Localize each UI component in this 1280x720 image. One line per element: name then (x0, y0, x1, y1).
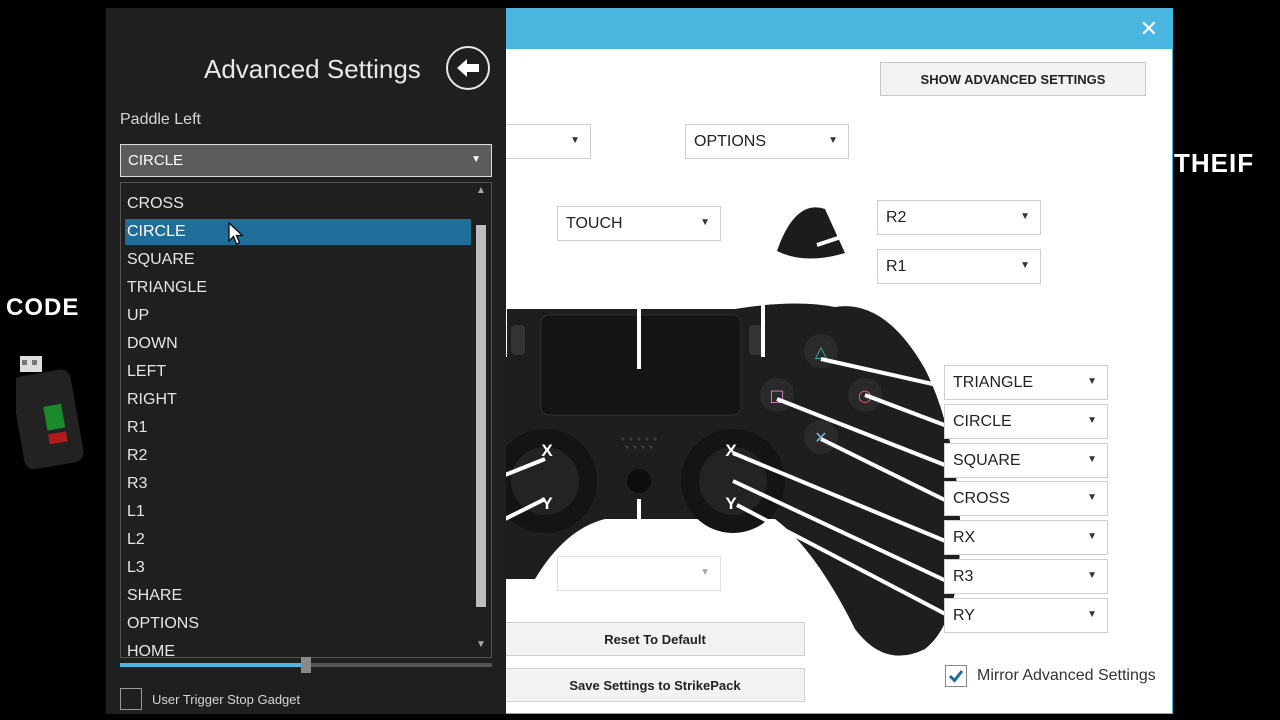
background-text-right: THEIF (1174, 148, 1255, 178)
advanced-settings-panel: Advanced Settings Paddle Left CIRCLE ▼ ▲… (106, 8, 506, 714)
ry-mapping-dropdown[interactable]: RY ▼ (944, 598, 1108, 633)
cross-mapping-dropdown[interactable]: CROSS ▼ (944, 481, 1108, 516)
option-item[interactable]: CROSS (125, 191, 471, 217)
option-item[interactable]: SQUARE (125, 247, 471, 273)
option-item[interactable]: LEFT (125, 359, 471, 385)
left-top-dropdown[interactable]: ▼ (505, 124, 591, 159)
mirror-label: Mirror Advanced Settings (977, 667, 1156, 684)
option-item[interactable]: L2 (125, 527, 471, 553)
paddle-left-options-list[interactable]: ▲ ▼ CROSS CIRCLE SQUARE TRIANGLE UP DOWN LEFT R… (120, 182, 492, 658)
dropdown-value: RY (953, 606, 975, 624)
option-item[interactable]: L3 (125, 555, 471, 581)
usb-device-image (16, 356, 84, 470)
background-text-left: CODE (6, 294, 80, 321)
option-item[interactable]: DOWN (125, 331, 471, 357)
bottom-center-dropdown[interactable]: ▼ (557, 556, 721, 591)
option-item[interactable]: R3 (125, 471, 471, 497)
scroll-thumb[interactable] (476, 225, 486, 607)
left-stick-y-label: Y (541, 494, 553, 513)
chevron-down-icon: ▼ (700, 567, 710, 578)
chevron-down-icon: ▼ (1087, 609, 1097, 620)
chevron-down-icon: ▼ (828, 135, 838, 146)
right-stick-x-label: X (725, 441, 737, 460)
chevron-down-icon: ▼ (1020, 260, 1030, 271)
option-item[interactable]: L1 (125, 499, 471, 525)
close-icon[interactable]: ✕ (1140, 15, 1158, 43)
slider-thumb[interactable] (301, 657, 311, 673)
option-item[interactable]: RIGHT (125, 387, 471, 413)
svg-text:✕: ✕ (814, 428, 827, 447)
chevron-down-icon: ▼ (471, 154, 481, 165)
dropdown-value: CIRCLE (953, 412, 1012, 430)
circle-mapping-dropdown[interactable]: CIRCLE ▼ (944, 404, 1108, 439)
option-item[interactable]: OPTIONS (125, 611, 471, 637)
square-mapping-dropdown[interactable]: SQUARE ▼ (944, 443, 1108, 478)
chevron-down-icon: ▼ (1087, 454, 1097, 465)
dropdown-value: TRIANGLE (953, 373, 1034, 391)
option-item[interactable]: CIRCLE (125, 219, 471, 245)
chevron-down-icon: ▼ (1087, 415, 1097, 426)
chevron-down-icon: ▼ (1087, 492, 1097, 503)
options-dropdown[interactable]: OPTIONS ▼ (685, 124, 849, 159)
option-item[interactable]: R2 (125, 443, 471, 469)
option-item[interactable]: TRIANGLE (125, 275, 471, 301)
option-item[interactable]: HOME (125, 639, 471, 657)
user-trigger-stop-gadget[interactable]: User Trigger Stop Gadget (120, 688, 300, 710)
selected-value: CIRCLE (128, 152, 184, 169)
show-advanced-settings-button[interactable]: SHOW ADVANCED SETTINGS (880, 62, 1146, 96)
arrow-left-icon (457, 59, 479, 77)
user-trigger-label: User Trigger Stop Gadget (152, 691, 301, 707)
scroll-down-icon[interactable]: ▼ (474, 639, 488, 653)
chevron-down-icon: ▼ (1087, 376, 1097, 387)
option-item[interactable]: SHARE (125, 583, 471, 609)
slider-fill (120, 663, 306, 667)
scroll-up-icon[interactable]: ▲ (474, 185, 488, 199)
mirror-advanced-settings[interactable]: Mirror Advanced Settings (945, 665, 1156, 687)
triangle-mapping-dropdown[interactable]: TRIANGLE ▼ (944, 365, 1108, 400)
chevron-down-icon: ▼ (1087, 570, 1097, 581)
paddle-left-label: Paddle Left (120, 111, 201, 128)
dropdown-value: CROSS (953, 489, 1010, 507)
checkmark-icon (948, 670, 964, 683)
right-stick-y-label: Y (725, 494, 737, 513)
dropdown-value: RX (953, 528, 976, 546)
controller-image: △ □ ○ ✕ X Y X Y (505, 199, 961, 656)
paddle-left-select[interactable]: CIRCLE ▼ (120, 144, 492, 177)
option-item[interactable]: R1 (125, 415, 471, 441)
user-trigger-checkbox[interactable] (120, 688, 142, 710)
panel-title: Advanced Settings (204, 54, 421, 84)
back-button[interactable] (446, 46, 490, 90)
mirror-checkbox[interactable] (945, 665, 967, 687)
options-dropdown-value: OPTIONS (694, 132, 767, 150)
chevron-down-icon: ▼ (1020, 211, 1030, 222)
chevron-down-icon: ▼ (570, 135, 580, 146)
option-item[interactable]: UP (125, 303, 471, 329)
dropdown-value: SQUARE (953, 451, 1021, 469)
reset-to-default-button[interactable]: Reset To Default (505, 622, 805, 656)
left-stick-x-label: X (541, 441, 553, 460)
chevron-down-icon: ▼ (1087, 531, 1097, 542)
save-settings-button[interactable]: Save Settings to StrikePack (505, 668, 805, 702)
mouse-cursor-icon (228, 222, 244, 245)
list-scrollbar[interactable]: ▲ ▼ (474, 185, 488, 655)
r3-mapping-dropdown[interactable]: R3 ▼ (944, 559, 1108, 594)
rx-mapping-dropdown[interactable]: RX ▼ (944, 520, 1108, 555)
horizontal-slider[interactable] (120, 657, 492, 673)
dropdown-value: R3 (953, 567, 974, 585)
